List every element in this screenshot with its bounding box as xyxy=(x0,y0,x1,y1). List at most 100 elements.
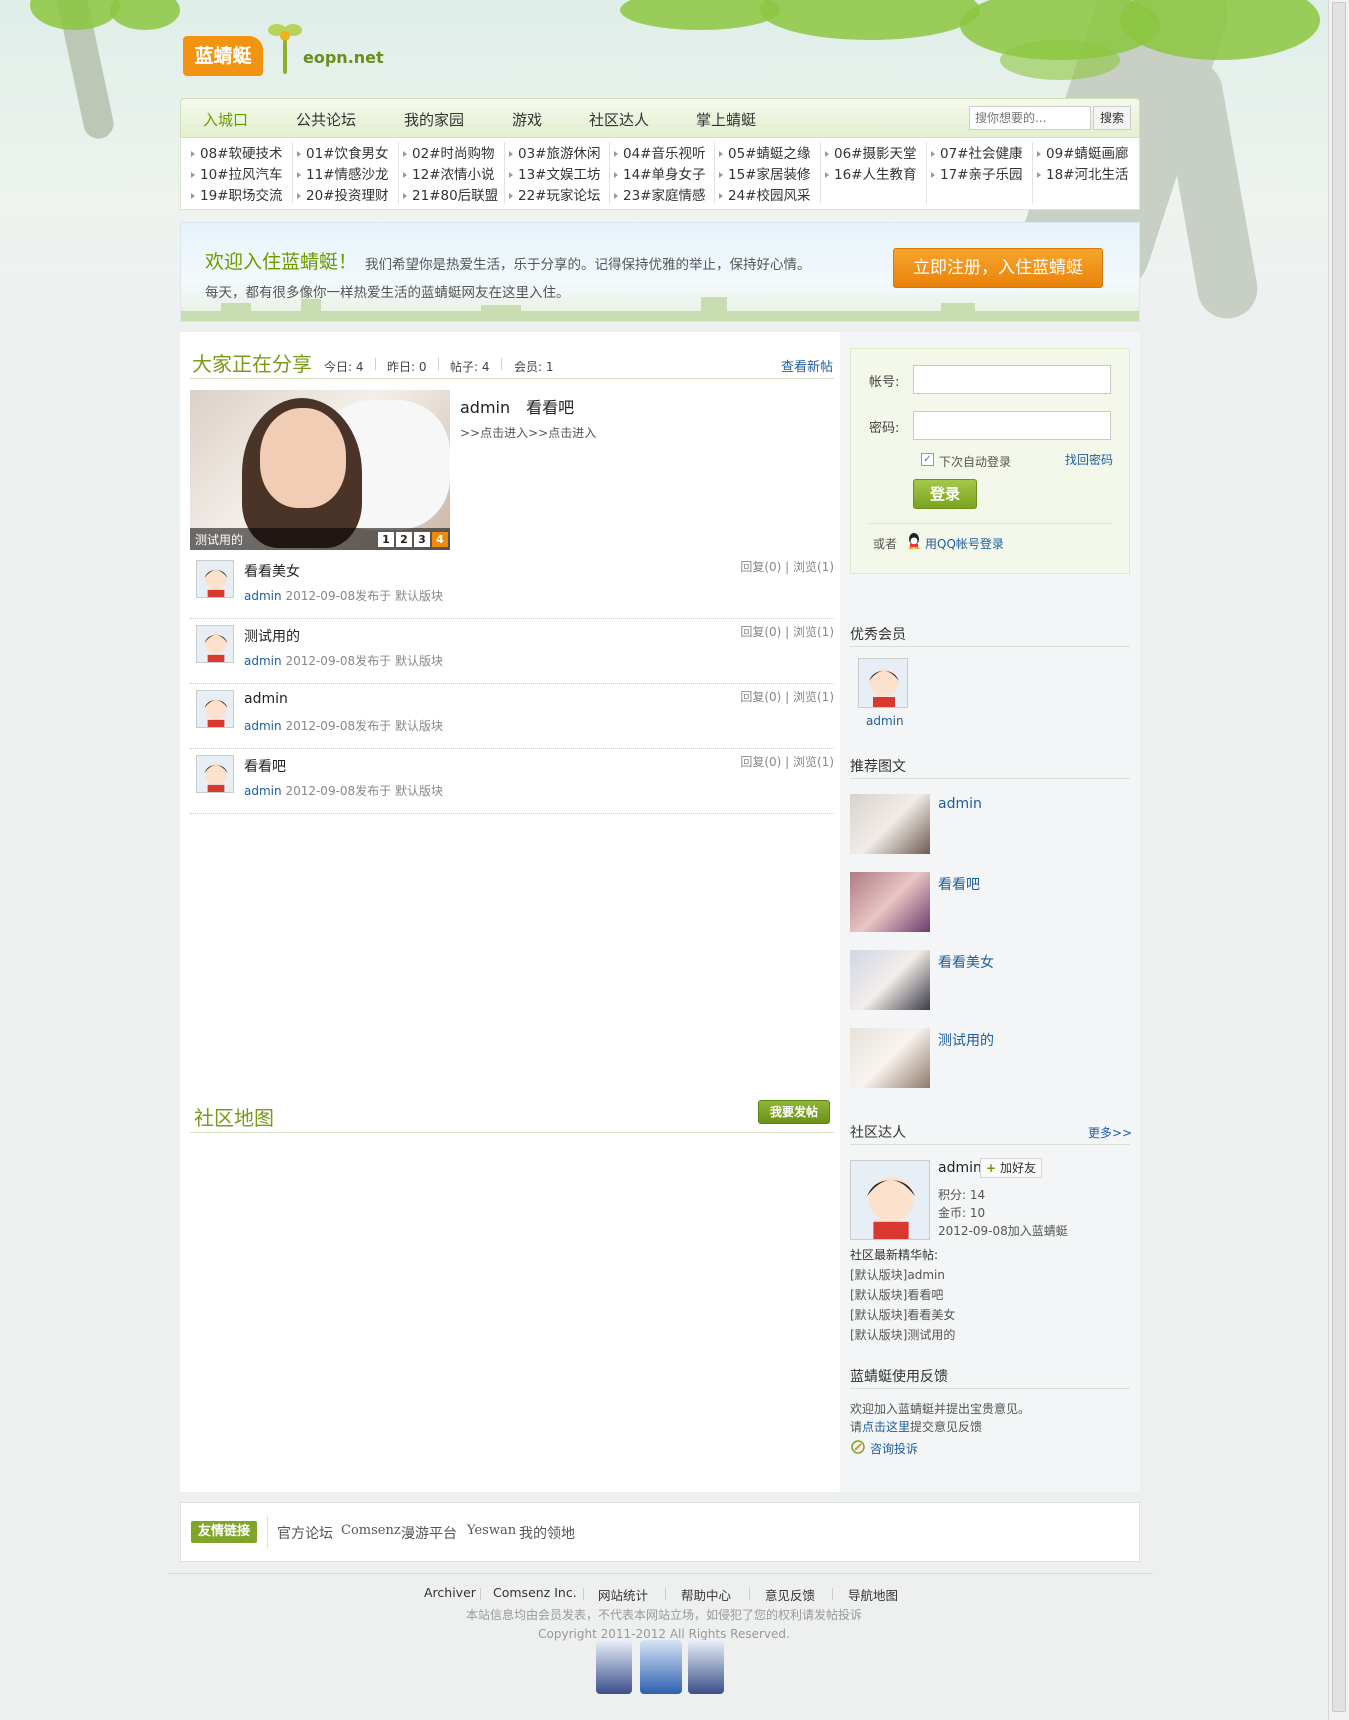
search-button[interactable]: 搜索 xyxy=(1093,106,1131,130)
elite-post-link[interactable]: [默认版块]看看美女 xyxy=(850,1306,955,1323)
account-input[interactable] xyxy=(913,365,1111,394)
forum-link[interactable]: 02#时尚购物 xyxy=(403,142,495,162)
forum-link[interactable]: 10#拉风汽车 xyxy=(191,163,283,183)
scrollbar-thumb[interactable] xyxy=(1332,2,1346,1712)
forum-link[interactable]: 07#社会健康 xyxy=(931,142,1023,162)
forum-link[interactable]: 06#摄影天堂 xyxy=(825,142,917,162)
friend-link[interactable]: Yeswan xyxy=(467,1523,516,1538)
feedback-text: 欢迎加入蓝蜻蜓并提出宝贵意见。 xyxy=(850,1402,1031,1416)
vertical-scrollbar[interactable] xyxy=(1328,0,1349,1720)
thread-author-link[interactable]: admin xyxy=(244,589,282,603)
recommended-thumbnail[interactable] xyxy=(850,872,930,932)
thread-author-link[interactable]: admin xyxy=(244,784,282,798)
elite-post-link[interactable]: [默认版块]admin xyxy=(850,1266,945,1283)
consult-link[interactable]: 咨询投诉 xyxy=(870,1440,918,1457)
nav-item-games[interactable]: 游戏 xyxy=(512,109,542,130)
expert-avatar[interactable] xyxy=(850,1160,930,1240)
feedback-link[interactable]: 点击这里 xyxy=(862,1420,910,1434)
recommended-thumbnail[interactable] xyxy=(850,950,930,1010)
nav-item-home[interactable]: 我的家园 xyxy=(404,109,464,130)
password-input[interactable] xyxy=(913,411,1111,440)
forum-link[interactable]: 15#家居装修 xyxy=(719,163,811,183)
elite-post-link[interactable]: [默认版块]测试用的 xyxy=(850,1326,955,1343)
forum-link[interactable]: 16#人生教育 xyxy=(825,163,917,183)
forum-link[interactable]: 12#浓情小说 xyxy=(403,163,495,183)
police-badge-icon[interactable] xyxy=(596,1640,632,1694)
forum-link[interactable]: 18#河北生活 xyxy=(1037,163,1129,183)
forum-link[interactable]: 08#软硬技术 xyxy=(191,142,283,162)
search-input[interactable] xyxy=(969,106,1091,130)
forum-link[interactable]: 21#80后联盟 xyxy=(403,184,498,204)
thread-author-link[interactable]: admin xyxy=(244,654,282,668)
friend-link[interactable]: 官方论坛 xyxy=(277,1523,333,1543)
slide-dot-4[interactable]: 4 xyxy=(432,532,448,547)
author-avatar[interactable] xyxy=(196,690,234,728)
friend-link[interactable]: Comsenz xyxy=(341,1523,401,1538)
footer-link-help[interactable]: 帮助中心 xyxy=(681,1585,731,1604)
friend-link[interactable]: 我的领地 xyxy=(519,1523,575,1543)
forum-link[interactable]: 17#亲子乐园 xyxy=(931,163,1023,183)
forum-link[interactable]: 20#投资理财 xyxy=(297,184,389,204)
forum-link[interactable]: 14#单身女子 xyxy=(614,163,706,183)
expert-name[interactable]: admin xyxy=(938,1160,982,1176)
recommended-link[interactable]: admin xyxy=(938,796,982,812)
friend-link[interactable]: 漫游平台 xyxy=(401,1523,457,1543)
forum-link[interactable]: 09#蜻蜓画廊 xyxy=(1037,142,1129,162)
welcome-banner: 欢迎入住蓝蜻蜓！ 我们希望你是热爱生活，乐于分享的。记得保持优雅的举止，保持好心… xyxy=(180,222,1140,322)
slide-dot-1[interactable]: 1 xyxy=(378,532,394,547)
slide-dot-2[interactable]: 2 xyxy=(396,532,412,547)
recommended-thumbnail[interactable] xyxy=(850,1028,930,1088)
recommended-thumbnail[interactable] xyxy=(850,794,930,854)
nav-item-mobile[interactable]: 掌上蜻蜓 xyxy=(696,109,756,130)
nav-item-forum[interactable]: 公共论坛 xyxy=(296,109,356,130)
police-badge-icon[interactable] xyxy=(688,1640,724,1694)
forgot-password-link[interactable]: 找回密码 xyxy=(1065,451,1113,468)
recommended-link[interactable]: 看看美女 xyxy=(938,952,994,972)
thread-title[interactable]: 测试用的 xyxy=(244,626,300,646)
forum-link[interactable]: 04#音乐视听 xyxy=(614,142,706,162)
footer-link-comsenz[interactable]: Comsenz Inc. xyxy=(493,1585,577,1600)
nav-item-entrance[interactable]: 入城口 xyxy=(203,109,248,130)
new-post-button[interactable]: 我要发帖 xyxy=(758,1100,830,1124)
forum-link[interactable]: 23#家庭情感 xyxy=(614,184,706,204)
featured-post-link[interactable]: >>点击进入>>点击进入 xyxy=(460,424,596,441)
thread-title[interactable]: admin xyxy=(244,691,288,707)
login-button[interactable]: 登录 xyxy=(913,479,977,509)
footer-link-feedback[interactable]: 意见反馈 xyxy=(765,1585,815,1604)
register-button[interactable]: 立即注册，入住蓝蜻蜓 xyxy=(893,248,1103,288)
forum-link[interactable]: 24#校园风采 xyxy=(719,184,811,204)
nav-item-experts[interactable]: 社区达人 xyxy=(589,109,649,130)
recommended-link[interactable]: 测试用的 xyxy=(938,1030,994,1050)
add-friend-button[interactable]: + 加好友 xyxy=(980,1158,1042,1178)
featured-post-title[interactable]: admin 看看吧 xyxy=(460,394,574,418)
forum-link[interactable]: 22#玩家论坛 xyxy=(509,184,601,204)
thread-title[interactable]: 看看美女 xyxy=(244,561,300,581)
site-logo[interactable]: 蓝蜻蜓 eopn.net xyxy=(183,18,384,80)
thread-author-link[interactable]: admin xyxy=(244,719,282,733)
photo-slideshow[interactable]: 测试用的 1 2 3 4 xyxy=(190,390,450,550)
forum-link[interactable]: 05#蜻蜓之缘 xyxy=(719,142,811,162)
footer-link-stats[interactable]: 网站统计 xyxy=(598,1585,648,1604)
author-avatar[interactable] xyxy=(196,625,234,663)
forum-link[interactable]: 03#旅游休闲 xyxy=(509,142,601,162)
view-new-posts-link[interactable]: 查看新帖 xyxy=(781,356,833,375)
footer-link-sitemap[interactable]: 导航地图 xyxy=(848,1585,898,1604)
elite-post-link[interactable]: [默认版块]看看吧 xyxy=(850,1286,943,1303)
police-station-icon[interactable] xyxy=(640,1640,682,1694)
member-avatar[interactable] xyxy=(858,658,908,708)
remember-checkbox[interactable]: ✓ xyxy=(921,453,934,466)
experts-title: 社区达人 xyxy=(850,1125,906,1141)
author-avatar[interactable] xyxy=(196,560,234,598)
forum-link[interactable]: 11#情感沙龙 xyxy=(297,163,389,183)
forum-link[interactable]: 01#饮食男女 xyxy=(297,142,389,162)
author-avatar[interactable] xyxy=(196,755,234,793)
member-name-link[interactable]: admin xyxy=(866,714,904,728)
forum-link[interactable]: 19#职场交流 xyxy=(191,184,283,204)
recommended-link[interactable]: 看看吧 xyxy=(938,874,980,894)
slide-dot-3[interactable]: 3 xyxy=(414,532,430,547)
qq-login-link[interactable]: 用QQ帐号登录 xyxy=(925,535,1004,552)
footer-link-archiver[interactable]: Archiver xyxy=(424,1585,476,1600)
forum-link[interactable]: 13#文娱工坊 xyxy=(509,163,601,183)
thread-title[interactable]: 看看吧 xyxy=(244,756,286,776)
experts-more-link[interactable]: 更多>> xyxy=(1088,1124,1132,1141)
